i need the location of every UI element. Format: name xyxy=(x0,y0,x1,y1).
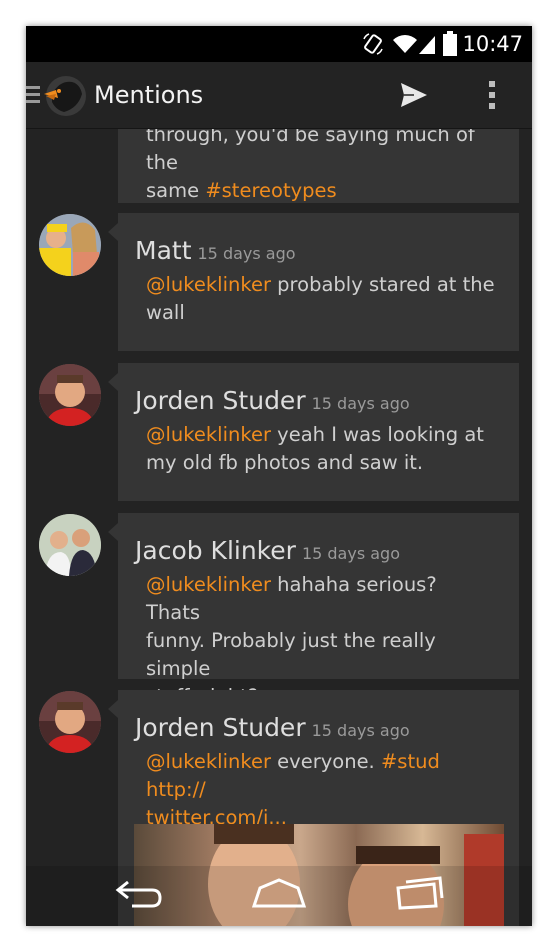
tweet-card[interactable]: through, you'd be saying much of the same… xyxy=(118,129,519,203)
tweet-time: 15 days ago xyxy=(197,244,296,263)
mentions-feed[interactable]: through, you'd be saying much of the same… xyxy=(26,129,532,926)
mention-link[interactable]: @lukeklinker xyxy=(146,423,271,446)
app-logo-icon[interactable] xyxy=(42,74,88,118)
drawer-icon[interactable] xyxy=(26,84,40,106)
tweet-text: @lukeklinker everyone. #stud http://twit… xyxy=(146,748,496,832)
author-name: Jacob Klinker xyxy=(135,536,296,565)
avatar[interactable] xyxy=(39,514,101,576)
avatar-photo xyxy=(39,214,101,276)
hashtag-link[interactable]: #stereotypes xyxy=(205,179,336,202)
tweet-text: through, you'd be saying much of the same… xyxy=(146,129,496,205)
rotation-icon xyxy=(363,33,383,55)
tweet-text-line: @lukeklinker probably stared at the xyxy=(146,271,496,299)
tweet-time: 15 days ago xyxy=(301,544,400,563)
tweet-text-line: same #stereotypes xyxy=(146,177,496,205)
tweet-card[interactable]: Jacob Klinker 15 days ago @lukeklinker ha… xyxy=(108,513,519,708)
author-name: Matt xyxy=(135,236,192,265)
tweet-card[interactable]: Jorden Studer 15 days ago @lukeklinker ye… xyxy=(108,363,519,501)
author-name: Jorden Studer xyxy=(135,386,306,415)
overflow-menu-icon[interactable] xyxy=(488,80,496,110)
text-fragment: yeah I was looking at xyxy=(270,423,484,446)
tweet-text-line: wall xyxy=(146,299,496,327)
text-fragment: wall xyxy=(146,301,185,324)
avatar[interactable] xyxy=(39,364,101,426)
text-fragment: funny. Probably just the really simple xyxy=(146,629,436,680)
tweet-text-line: @lukeklinker hahaha serious? Thats xyxy=(146,571,496,627)
tweet-text-line: funny. Probably just the really simple xyxy=(146,627,496,683)
avatar[interactable] xyxy=(39,691,101,753)
recents-icon[interactable] xyxy=(396,874,444,910)
signal-icon xyxy=(419,36,435,54)
status-time: 10:47 xyxy=(462,32,523,56)
page-title: Mentions xyxy=(94,81,204,109)
avatar-photo xyxy=(39,364,101,426)
tweet-text-line: @lukeklinker yeah I was looking at xyxy=(146,421,496,449)
status-bar: 10:47 xyxy=(26,26,532,62)
avatar-photo xyxy=(39,691,101,753)
text-fragment: through, you'd be saying much of the xyxy=(146,129,475,174)
tweet-text-line: my old fb photos and saw it. xyxy=(146,449,496,477)
tweet-author[interactable]: Jorden Studer 15 days ago xyxy=(135,386,410,419)
mention-link[interactable]: @lukeklinker xyxy=(146,273,271,296)
tweet-card[interactable]: Matt 15 days ago @lukeklinker probably st… xyxy=(108,213,519,351)
url-link[interactable]: http:// xyxy=(146,778,206,801)
avatar-photo xyxy=(39,514,101,576)
author-name: Jorden Studer xyxy=(135,713,306,742)
tweet-author[interactable]: Matt 15 days ago xyxy=(135,236,296,269)
text-fragment: everyone. xyxy=(270,750,381,773)
tweet-author[interactable]: Jacob Klinker 15 days ago xyxy=(135,536,400,569)
text-fragment: probably stared at the xyxy=(270,273,495,296)
avatar[interactable] xyxy=(39,214,101,276)
navigation-bar xyxy=(26,866,532,926)
tweet-text-line: through, you'd be saying much of the xyxy=(146,129,496,177)
mention-link[interactable]: @lukeklinker xyxy=(146,573,271,596)
tweet-time: 15 days ago xyxy=(311,394,410,413)
wifi-icon xyxy=(393,35,417,53)
phone-screen: 10:47 Mentions through, you'd be saying … xyxy=(26,26,532,926)
tweet-time: 15 days ago xyxy=(311,721,410,740)
tweet-text: @lukeklinker probably stared at the wall xyxy=(146,271,496,327)
mention-link[interactable]: @lukeklinker xyxy=(146,750,271,773)
tweet-text-line: @lukeklinker everyone. #stud http:// xyxy=(146,748,496,804)
home-icon[interactable] xyxy=(252,878,306,908)
text-fragment: same xyxy=(146,179,206,202)
text-fragment: my old fb photos and saw it. xyxy=(146,451,424,474)
tweet-text: @lukeklinker yeah I was looking at my old… xyxy=(146,421,496,477)
back-icon[interactable] xyxy=(114,876,164,912)
action-bar: Mentions xyxy=(26,62,532,129)
compose-send-icon[interactable] xyxy=(400,82,428,108)
tweet-author[interactable]: Jorden Studer 15 days ago xyxy=(135,713,410,746)
hashtag-link[interactable]: #stud xyxy=(381,750,440,773)
battery-icon xyxy=(443,31,457,56)
